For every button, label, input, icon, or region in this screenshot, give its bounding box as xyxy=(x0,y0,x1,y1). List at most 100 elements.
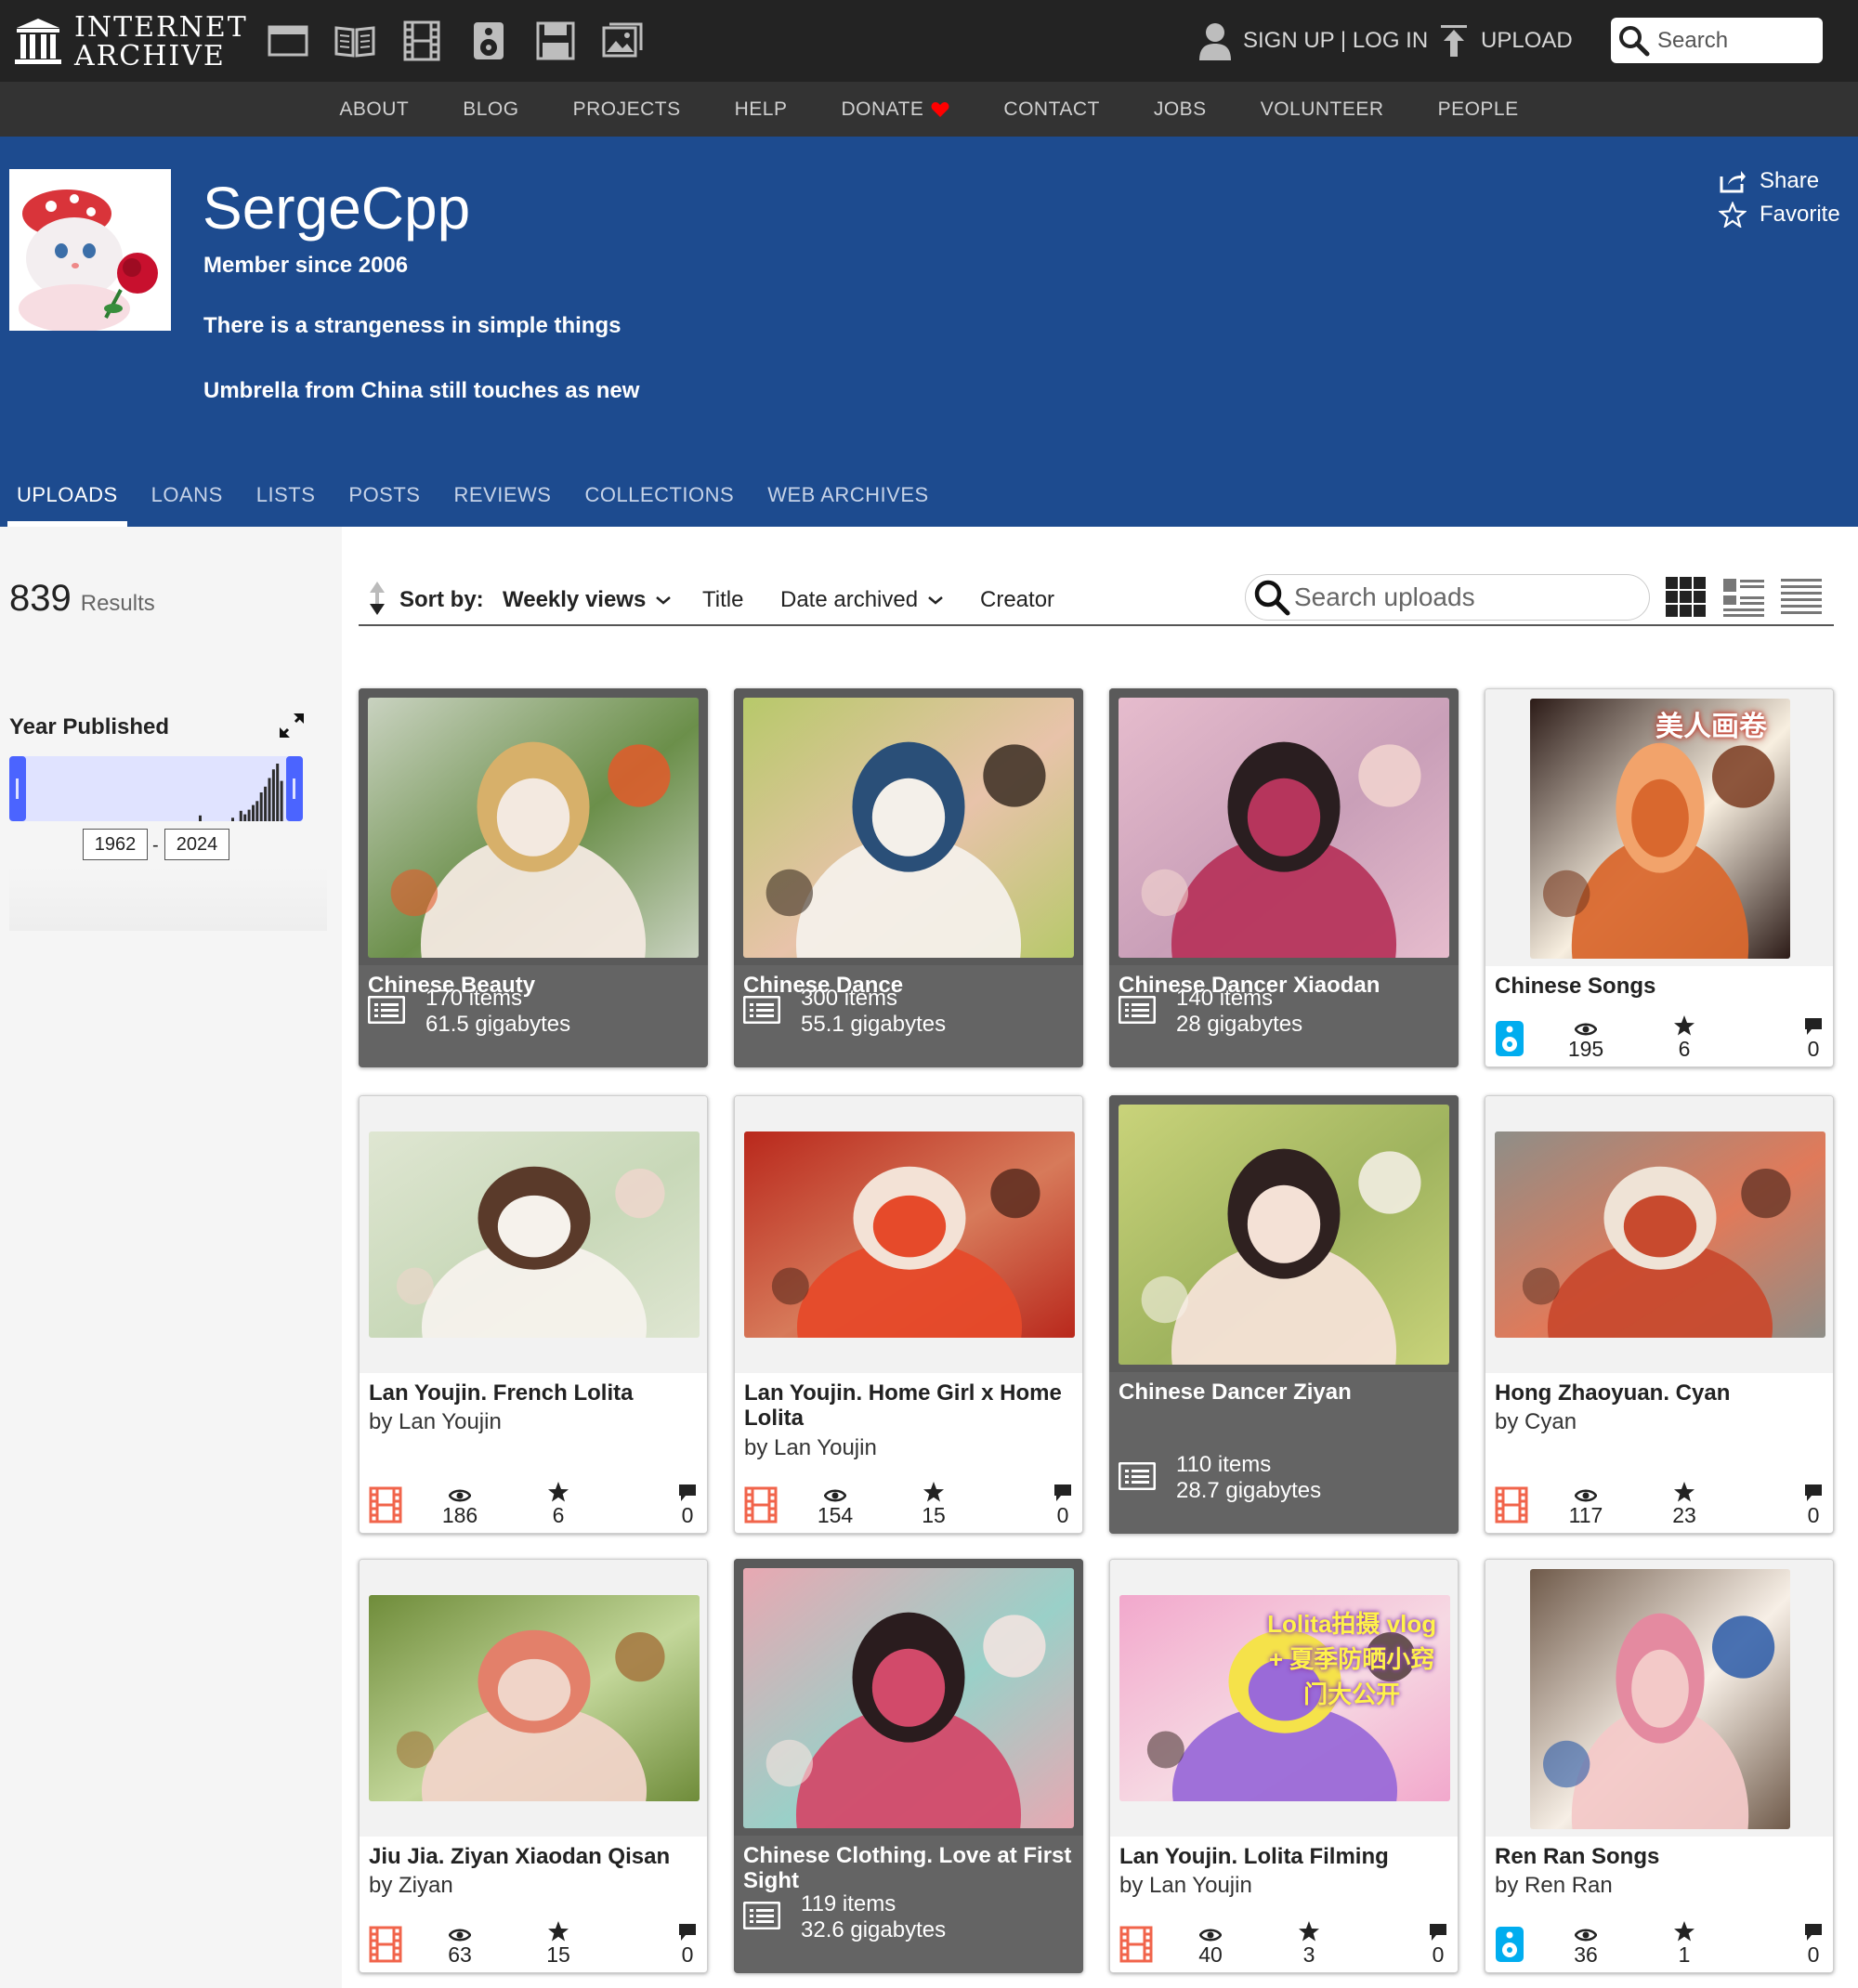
item-tile[interactable]: Jiu Jia. Ziyan Xiaodan Qisan by Ziyan 63 15… xyxy=(359,1559,708,1973)
eye-icon xyxy=(432,1918,488,1942)
collection-tile[interactable]: Chinese Clothing. Love at First Sight 119… xyxy=(734,1559,1083,1973)
nav-projects[interactable]: PROJECTS xyxy=(573,98,681,121)
video-icon xyxy=(369,1486,402,1528)
collection-tile[interactable]: Chinese Dancer Xiaodan 140 items 28 gigaby… xyxy=(1109,688,1459,1067)
collection-list-icon xyxy=(742,995,781,1028)
thumbnail-overlay-text: 美人画卷 xyxy=(1655,712,1767,742)
tile-thumbnail[interactable]: 美人画卷 xyxy=(1530,699,1790,959)
list-detail-view-button[interactable] xyxy=(1722,576,1765,619)
item-stats: 154 15 0 xyxy=(735,1479,1082,1531)
favorite-count: 23 xyxy=(1656,1479,1712,1528)
nav-blog[interactable]: BLOG xyxy=(463,98,518,121)
web-icon[interactable] xyxy=(266,19,310,63)
expand-icon[interactable] xyxy=(277,711,307,740)
item-tile[interactable]: Lan Youjin. Home Girl x Home Lolita by La… xyxy=(734,1095,1083,1534)
comment-icon xyxy=(1799,1918,1827,1942)
sort-weekly-views-label: Weekly views xyxy=(503,587,647,612)
tile-thumbnail[interactable] xyxy=(369,1131,700,1338)
tab-uploads[interactable]: UPLOADS xyxy=(0,483,135,527)
tile-thumbnail[interactable] xyxy=(1495,1131,1825,1338)
favs-value: 15 xyxy=(546,1942,570,1967)
collection-tile[interactable]: Chinese Dance 300 items 55.1 gigabytes xyxy=(734,688,1083,1067)
tile-title: Lan Youjin. Home Girl x Home Lolita xyxy=(744,1380,1062,1431)
item-tile[interactable]: Lolita拍摄 vlog + 夏季防晒小窍门大公开 Lan Youjin. Lo… xyxy=(1109,1559,1459,1973)
year-histogram[interactable] xyxy=(9,756,303,821)
heart-icon xyxy=(931,101,949,117)
tile-thumbnail[interactable] xyxy=(1119,698,1449,958)
item-tile[interactable]: 美人画卷 Chinese Songs 195 6 0 xyxy=(1485,688,1834,1067)
sort-date-archived[interactable]: Date archived xyxy=(780,587,944,613)
year-from-input[interactable]: 1962 xyxy=(83,829,148,860)
tile-thumbnail-area xyxy=(735,1096,1082,1373)
nav-help[interactable]: HELP xyxy=(735,98,788,121)
collection-item-count: 140 items xyxy=(1176,986,1274,1011)
view-count: 36 xyxy=(1558,1918,1614,1968)
search-icon xyxy=(1619,25,1650,56)
tab-web-archives[interactable]: WEB ARCHIVES xyxy=(751,483,945,527)
review-count: 0 xyxy=(674,1479,701,1528)
software-icon[interactable] xyxy=(533,19,578,63)
tab-collections[interactable]: COLLECTIONS xyxy=(568,483,751,527)
profile-bio-line1: There is a strangeness in simple things xyxy=(203,313,622,338)
logo-line2: ARCHIVE xyxy=(74,40,226,72)
collection-stats: 170 items 61.5 gigabytes xyxy=(367,986,570,1038)
share-icon xyxy=(1720,171,1746,193)
item-tile[interactable]: Lan Youjin. French Lolita by Lan Youjin 18… xyxy=(359,1095,708,1534)
collection-tile[interactable]: Chinese Dancer Ziyan 110 items 28.7 gigaby… xyxy=(1109,1095,1459,1534)
collection-tile[interactable]: Chinese Beauty 170 items 61.5 gigabytes xyxy=(359,688,708,1067)
search-uploads-input[interactable] xyxy=(1294,582,1647,612)
images-icon[interactable] xyxy=(600,19,645,63)
nav-jobs[interactable]: JOBS xyxy=(1154,98,1207,121)
tab-lists[interactable]: LISTS xyxy=(240,483,333,527)
texts-icon[interactable] xyxy=(333,19,377,63)
nav-about[interactable]: ABOUT xyxy=(339,98,409,121)
item-stats: 186 6 0 xyxy=(360,1479,707,1531)
sort-weekly-views[interactable]: Weekly views xyxy=(503,587,672,613)
list-compact-view-button[interactable] xyxy=(1780,576,1823,619)
range-max-handle[interactable] xyxy=(286,756,303,821)
share-label: Share xyxy=(1760,168,1820,193)
logo-line1: INTERNET xyxy=(74,11,248,44)
tile-thumbnail-area xyxy=(1485,1096,1833,1373)
tile-thumbnail[interactable] xyxy=(744,1131,1075,1338)
collection-stats: 110 items 28.7 gigabytes xyxy=(1118,1452,1321,1504)
tile-view-button[interactable] xyxy=(1665,576,1708,619)
site-search-input[interactable] xyxy=(1657,27,1815,54)
item-tile[interactable]: Ren Ran Songs by Ren Ran 36 1 0 xyxy=(1485,1559,1834,1973)
tile-thumbnail[interactable]: Lolita拍摄 vlog + 夏季防晒小窍门大公开 xyxy=(1119,1595,1450,1801)
results-count: 839 Results xyxy=(9,578,155,620)
tile-thumbnail[interactable] xyxy=(743,1568,1074,1828)
sort-direction-icon[interactable] xyxy=(366,580,388,617)
tile-thumbnail[interactable] xyxy=(1119,1105,1449,1365)
tile-thumbnail[interactable] xyxy=(1530,1569,1790,1829)
nav-volunteer[interactable]: VOLUNTEER xyxy=(1261,98,1384,121)
video-icon xyxy=(1495,1486,1528,1528)
tile-thumbnail[interactable] xyxy=(368,698,699,958)
list-compact-icon xyxy=(1781,579,1822,614)
tile-thumbnail-area xyxy=(360,1560,707,1837)
year-to-input[interactable]: 2024 xyxy=(164,829,229,860)
sort-date-archived-label: Date archived xyxy=(780,587,919,612)
tab-reviews[interactable]: REVIEWS xyxy=(437,483,568,527)
nav-people[interactable]: PEOPLE xyxy=(1438,98,1519,121)
nav-donate[interactable]: DONATE xyxy=(841,98,949,121)
share-button[interactable]: Share xyxy=(1719,168,1819,194)
favorite-button[interactable]: Favorite xyxy=(1719,202,1840,228)
sort-creator[interactable]: Creator xyxy=(980,587,1054,613)
item-tile[interactable]: Hong Zhaoyuan. Cyan by Cyan 117 23 0 xyxy=(1485,1095,1834,1534)
favorite-count: 15 xyxy=(530,1918,586,1968)
tile-title: Chinese Songs xyxy=(1495,974,1656,999)
upload-link[interactable]: UPLOAD xyxy=(1440,20,1573,61)
internet-archive-logo[interactable]: INTERNET ARCHIVE xyxy=(15,13,246,71)
sort-title[interactable]: Title xyxy=(702,587,743,613)
tab-loans[interactable]: LOANS xyxy=(135,483,240,527)
favorite-count: 3 xyxy=(1281,1918,1337,1968)
sign-up-log-in-link[interactable]: SIGN UP | LOG IN xyxy=(1198,20,1428,61)
tile-thumbnail[interactable] xyxy=(743,698,1074,958)
tab-posts[interactable]: POSTS xyxy=(332,483,437,527)
audio-icon[interactable] xyxy=(466,19,511,63)
tile-thumbnail[interactable] xyxy=(369,1595,700,1801)
video-icon[interactable] xyxy=(399,19,444,63)
nav-contact[interactable]: CONTACT xyxy=(1003,98,1099,121)
range-min-handle[interactable] xyxy=(9,756,26,821)
